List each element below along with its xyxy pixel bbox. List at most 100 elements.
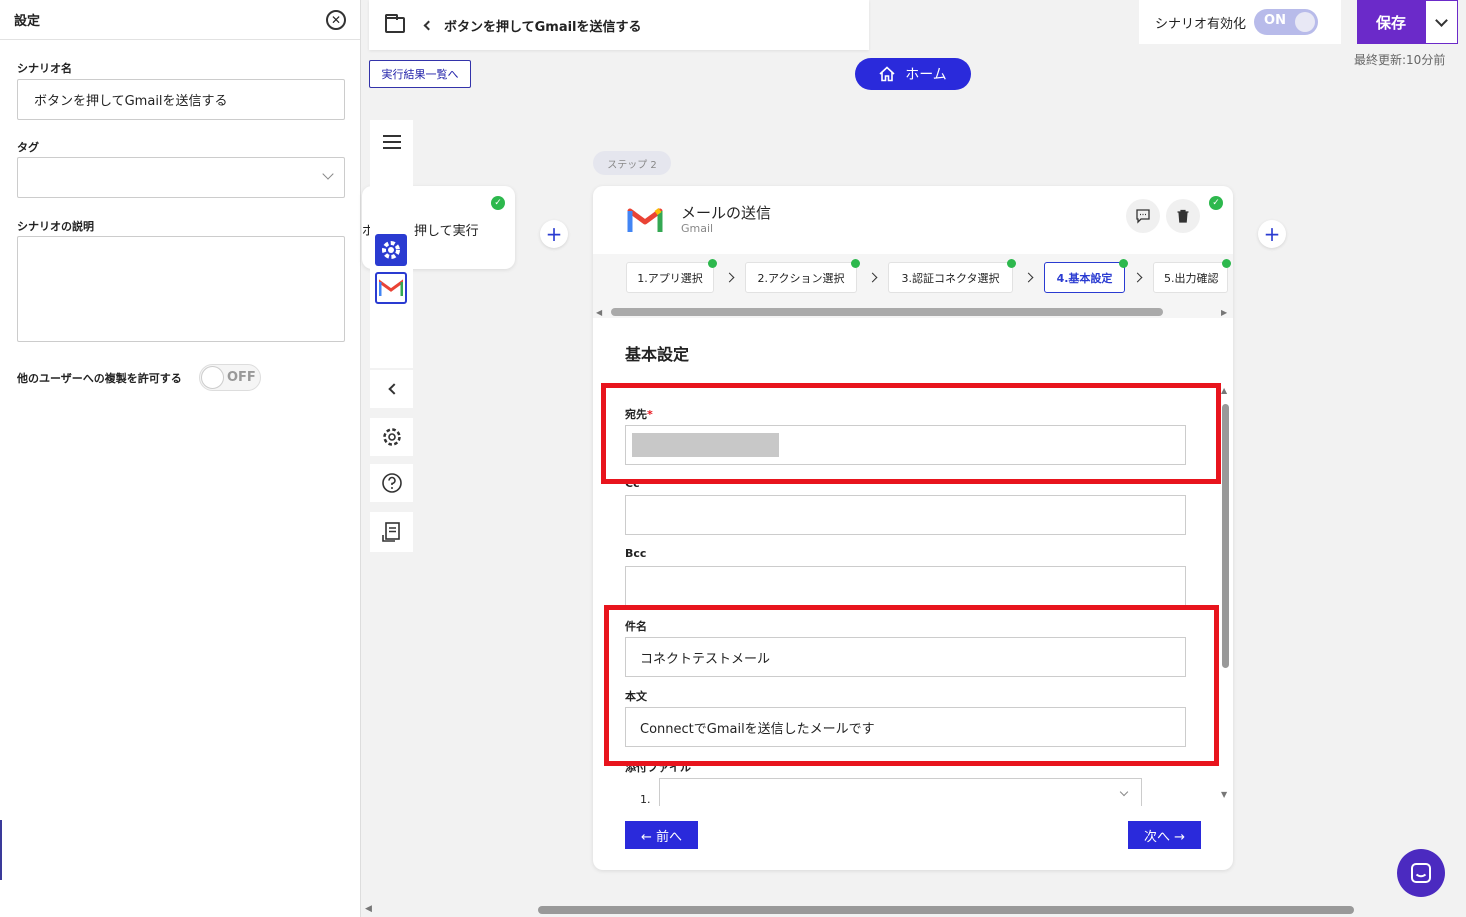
settings-header: 設定 ✕	[0, 0, 360, 40]
enable-toggle[interactable]: ON	[1254, 9, 1319, 35]
tab-connector-select[interactable]: 3.認証コネクタ選択	[888, 259, 1016, 293]
folder-icon[interactable]	[385, 14, 405, 33]
help-icon	[381, 473, 402, 493]
tab-label: 5.出力確認	[1164, 271, 1219, 285]
comment-button[interactable]	[1126, 199, 1160, 233]
check-icon	[1007, 259, 1016, 268]
gear-icon	[382, 428, 401, 446]
canvas-scrollbar[interactable]: ◀	[362, 903, 1466, 917]
tab-basic-settings[interactable]: 4.基本設定	[1044, 259, 1128, 293]
results-list-link[interactable]: 実行結果一覧へ	[369, 60, 471, 88]
scroll-down-icon[interactable]: ▼	[1221, 790, 1227, 799]
chevron-left-icon	[387, 383, 400, 395]
step2-card: メールの送信 Gmail ✓ 1.アプリ選択 2.アクション選択 3.認証コネク…	[593, 186, 1233, 870]
chevron-right-icon	[867, 272, 878, 283]
card-subtitle: Gmail	[681, 222, 714, 235]
check-icon: ✓	[1209, 196, 1223, 210]
save-options-button[interactable]	[1425, 0, 1458, 44]
step-icons-panel	[370, 164, 413, 368]
home-button[interactable]: ホーム	[855, 58, 971, 90]
scroll-thumb[interactable]	[1222, 404, 1229, 668]
toggle-knob	[201, 366, 224, 389]
settings-title: 設定	[14, 14, 41, 29]
close-icon[interactable]: ✕	[326, 9, 346, 30]
scroll-thumb[interactable]	[538, 906, 1354, 914]
bcc-label: Bcc	[625, 547, 647, 560]
description-textarea[interactable]	[17, 236, 345, 342]
scroll-up-icon[interactable]: ▲	[1221, 386, 1227, 395]
attachment-index: 1.	[640, 793, 651, 806]
add-step-button[interactable]: +	[540, 220, 568, 248]
chevron-down-icon	[1435, 13, 1448, 27]
gmail-icon	[379, 278, 403, 296]
description-label: シナリオの説明	[17, 220, 94, 233]
log-button[interactable]	[370, 512, 413, 552]
chat-icon	[1411, 863, 1431, 883]
check-icon	[1119, 259, 1128, 268]
cc-input[interactable]	[625, 495, 1186, 535]
scenario-name-label: シナリオ名	[17, 62, 72, 75]
toggle-state: OFF	[227, 370, 256, 385]
add-step-button[interactable]: +	[1258, 220, 1286, 248]
tab-label: 3.認証コネクタ選択	[901, 271, 1000, 285]
save-button[interactable]: 保存	[1357, 0, 1425, 44]
gmail-icon	[627, 208, 663, 232]
tabs-scrollbar[interactable]: ◀ ▶	[593, 306, 1233, 318]
tab-app-select[interactable]: 1.アプリ選択	[626, 259, 717, 293]
attachment-select[interactable]	[659, 778, 1142, 806]
document-icon	[381, 522, 400, 542]
chevron-right-icon	[1023, 272, 1034, 283]
help-button[interactable]	[370, 464, 413, 502]
card-header: メールの送信 Gmail ✓	[593, 186, 1233, 254]
chat-button[interactable]	[1397, 849, 1445, 897]
gmail-step-icon[interactable]	[375, 271, 407, 304]
list-view-button[interactable]	[370, 120, 413, 164]
home-label: ホーム	[905, 67, 947, 83]
tab-output-check[interactable]: 5.出力確認	[1153, 259, 1231, 293]
trash-icon	[1177, 209, 1189, 223]
prev-button[interactable]: ← 前へ	[625, 821, 698, 849]
tag-label: タグ	[17, 141, 39, 154]
scroll-thumb[interactable]	[611, 308, 1163, 316]
section-title: 基本設定	[625, 345, 690, 364]
trigger-step-icon[interactable]	[375, 233, 407, 266]
enable-label: シナリオ有効化	[1155, 16, 1247, 32]
home-icon	[879, 66, 895, 82]
tag-select[interactable]	[17, 157, 345, 198]
edge-accent	[0, 820, 2, 880]
scenario-name-input[interactable]: ボタンを押してGmailを送信する	[17, 79, 345, 120]
tab-label: 1.アプリ選択	[637, 271, 703, 285]
scroll-left-icon[interactable]: ◀	[596, 308, 602, 317]
delete-button[interactable]	[1166, 199, 1200, 233]
tab-label: 4.基本設定	[1056, 271, 1113, 285]
chevron-left-icon[interactable]	[423, 20, 434, 30]
collapse-button[interactable]	[370, 370, 413, 408]
bcc-input[interactable]	[625, 566, 1186, 606]
scroll-right-icon[interactable]: ▶	[1221, 308, 1227, 317]
check-icon	[708, 259, 717, 268]
toggle-knob	[1295, 12, 1316, 32]
highlight-box	[601, 383, 1221, 484]
allow-copy-label: 他のユーザーへの複製を許可する	[17, 372, 182, 385]
check-icon	[1222, 259, 1231, 268]
toggle-state: ON	[1264, 13, 1286, 28]
settings-button[interactable]	[370, 418, 413, 456]
chevron-down-icon	[322, 168, 334, 180]
breadcrumb: ボタンを押してGmailを送信する	[369, 0, 869, 50]
breadcrumb-title: ボタンを押してGmailを送信する	[444, 19, 642, 35]
tab-label: 2.アクション選択	[757, 271, 845, 285]
card-title: メールの送信	[681, 204, 772, 222]
next-button[interactable]: 次へ →	[1128, 821, 1201, 849]
comment-icon	[1136, 209, 1150, 224]
settings-panel: 設定 ✕ シナリオ名 ボタンを押してGmailを送信する タグ シナリオの説明 …	[0, 0, 361, 917]
tab-action-select[interactable]: 2.アクション選択	[745, 259, 860, 293]
scroll-left-icon[interactable]: ◀	[365, 904, 372, 914]
allow-copy-toggle[interactable]: OFF	[199, 364, 261, 391]
step-tabs: 1.アプリ選択 2.アクション選択 3.認証コネクタ選択 4.基本設定 5.出力…	[593, 254, 1233, 306]
check-icon	[851, 259, 860, 268]
scenario-enable: シナリオ有効化 ON	[1139, 0, 1341, 44]
chevron-down-icon	[1119, 787, 1129, 797]
last-updated: 最終更新:10分前	[1354, 53, 1446, 67]
form-scrollbar[interactable]: ▲ ▼	[1220, 386, 1232, 799]
list-icon	[382, 135, 401, 149]
